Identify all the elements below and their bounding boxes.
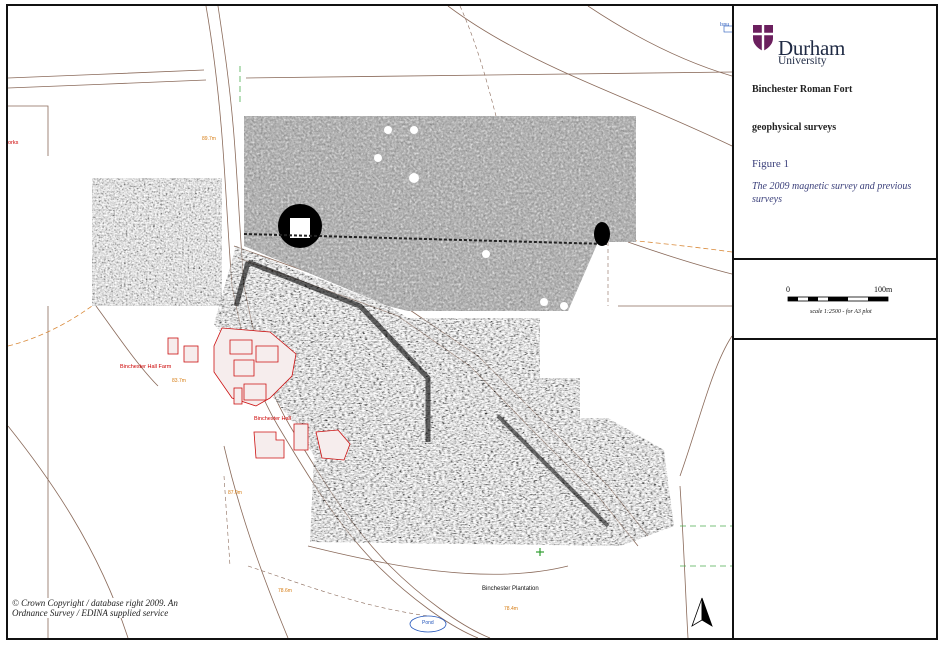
scale-bar-graphic <box>787 296 889 302</box>
figure-number: Figure 1 <box>752 158 789 170</box>
spot-height-5: 78.4m <box>504 606 518 612</box>
spot-height-2: 83.7m <box>172 378 186 384</box>
site-title: Binchester Roman Fort <box>752 84 853 95</box>
scale-note: scale 1:2500 - for A3 plot <box>810 309 872 315</box>
map-canvas <box>8 6 732 638</box>
pond-label: Pond <box>422 620 434 626</box>
survey-title: geophysical surveys <box>752 122 837 133</box>
scale-bar: 0 100m scale 1:2500 - for A3 plot <box>782 282 902 322</box>
copyright-notice: © Crown Copyright / database right 2009.… <box>12 598 182 618</box>
survey-map: orks Binchester Hall Farm Binchester Hal… <box>8 6 732 638</box>
durham-shield-icon <box>753 25 773 51</box>
figure-frame: orks Binchester Hall Farm Binchester Hal… <box>6 4 938 640</box>
scale-pane: 0 100m scale 1:2500 - for A3 plot <box>734 260 936 340</box>
blank-pane <box>734 340 936 638</box>
north-arrow-icon <box>691 597 713 627</box>
plantation-label: Binchester Plantation <box>482 586 539 592</box>
scale-max-label: 100m <box>874 285 893 294</box>
spot-height-3: 87.0m <box>228 490 242 496</box>
figure-caption: The 2009 magnetic survey and previous su… <box>752 181 912 205</box>
corner-label: Issu <box>720 22 730 28</box>
farm-label: Binchester Hall Farm <box>120 364 172 370</box>
hall-label: Binchester Hall <box>254 416 291 422</box>
west-survey-block <box>92 178 222 306</box>
title-pane: Durham University Binchester Roman Fort … <box>734 6 936 260</box>
scale-zero-label: 0 <box>786 285 790 294</box>
spot-height-1: 89.7m <box>202 136 216 142</box>
university-subtitle: University <box>778 55 827 67</box>
spot-height-4: 78.6m <box>278 588 292 594</box>
title-block: Durham University Binchester Roman Fort … <box>732 6 936 638</box>
green-cross-icon <box>536 548 544 556</box>
works-label: orks <box>8 140 19 146</box>
